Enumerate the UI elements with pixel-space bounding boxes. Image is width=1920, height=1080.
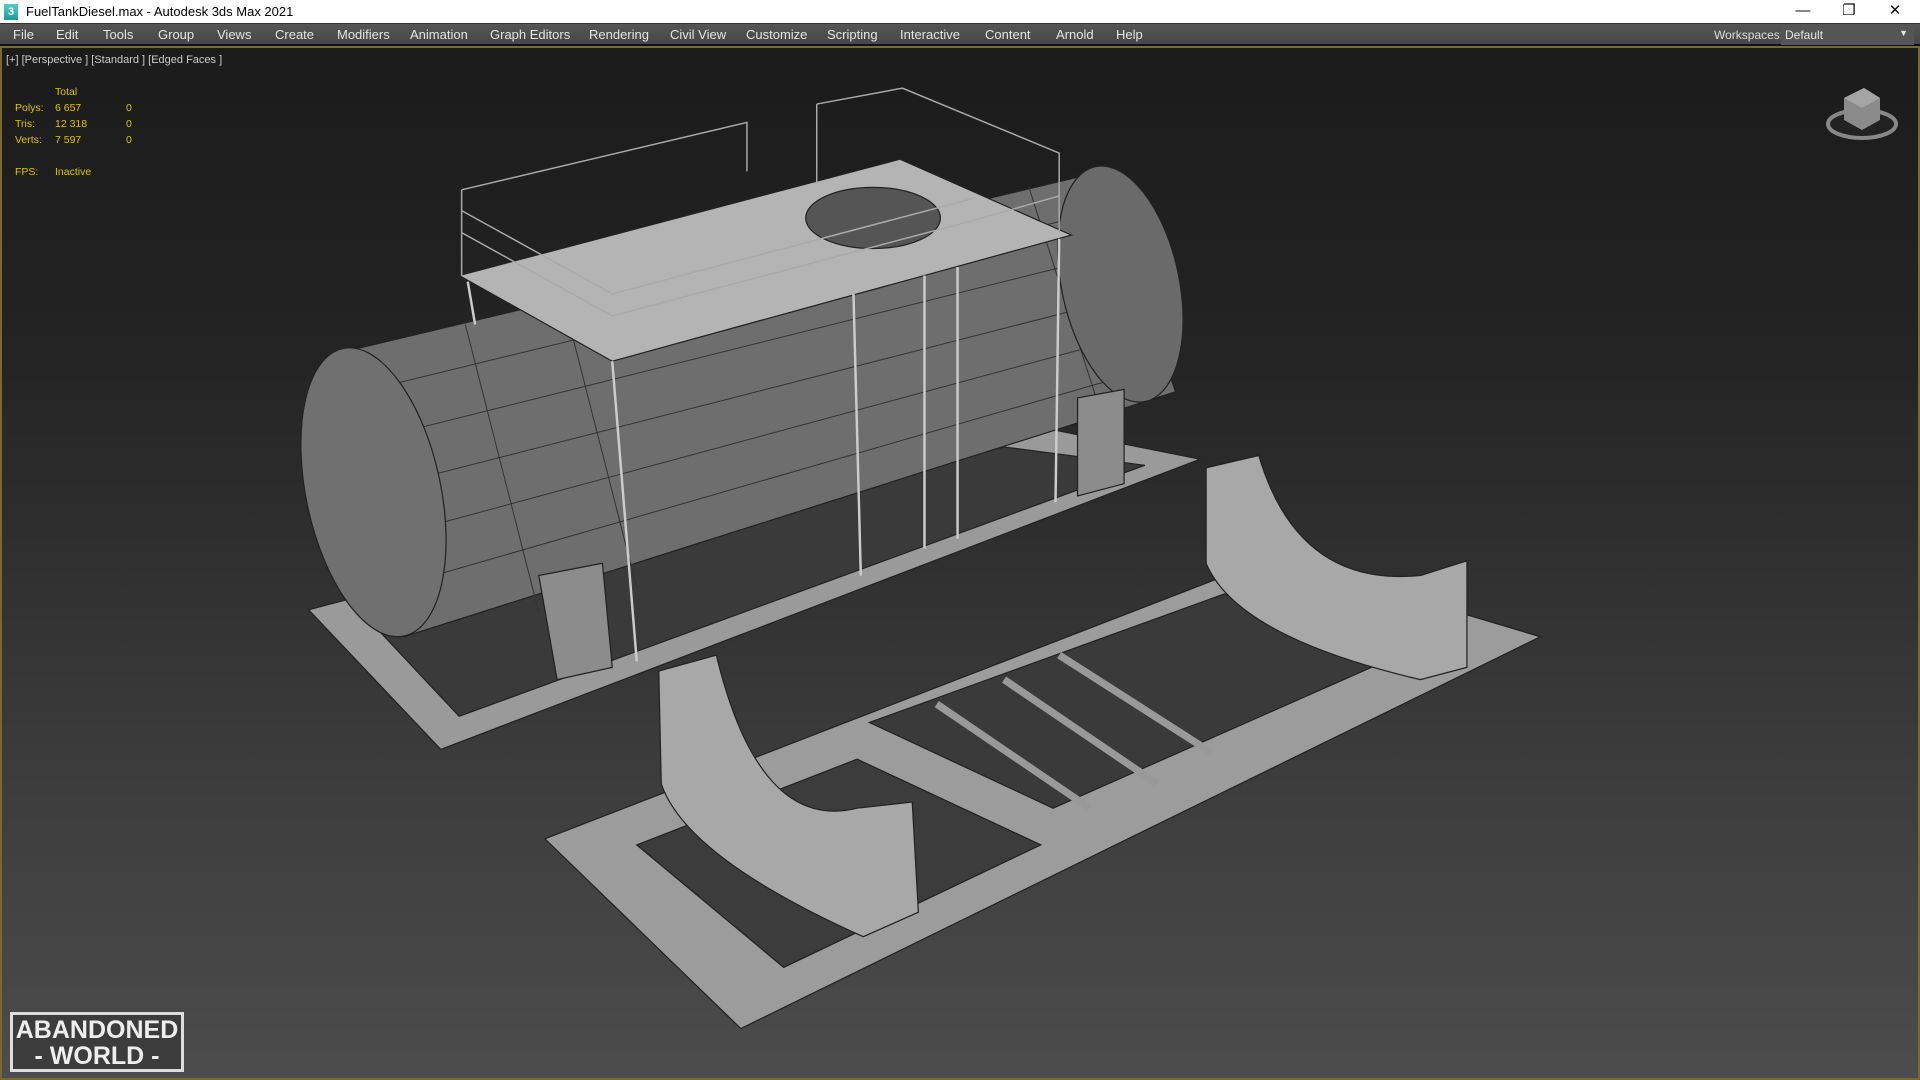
menu-help[interactable]: Help — [1116, 27, 1143, 42]
menu-tools[interactable]: Tools — [103, 27, 133, 42]
menu-rendering[interactable]: Rendering — [589, 27, 649, 42]
menu-modifiers[interactable]: Modifiers — [337, 27, 390, 42]
stat-tris-sel: 0 — [126, 118, 132, 130]
stat-verts-total: 7 597 — [55, 134, 82, 146]
viewport-label[interactable]: [+] [Perspective ] [Standard ] [Edged Fa… — [6, 54, 222, 66]
stat-tris-label: Tris: — [15, 118, 36, 130]
stat-polys-sel: 0 — [126, 102, 132, 114]
stat-polys-label: Polys: — [15, 102, 44, 114]
stats-header: Total — [55, 86, 78, 98]
menu-interactive[interactable]: Interactive — [900, 27, 960, 42]
menu-animation[interactable]: Animation — [410, 27, 468, 42]
menu-civil-view[interactable]: Civil View — [670, 27, 726, 42]
viewcube-icon[interactable] — [1824, 80, 1900, 144]
menu-file[interactable]: File — [13, 27, 34, 42]
menu-create[interactable]: Create — [275, 27, 314, 42]
menu-edit[interactable]: Edit — [56, 27, 78, 42]
title-bar: 3 FuelTankDiesel.max - Autodesk 3ds Max … — [0, 0, 1920, 23]
abandoned-world-logo: ABANDONED - WORLD - — [10, 1012, 184, 1072]
logo-line1: ABANDONED — [15, 1016, 179, 1044]
logo-line2: - WORLD - — [34, 1042, 160, 1070]
chevron-down-icon: ▼ — [1899, 28, 1908, 38]
perspective-viewport[interactable]: [+] [Perspective ] [Standard ] [Edged Fa… — [0, 46, 1920, 1080]
workspaces-label: Workspaces: — [1714, 28, 1784, 42]
fps-value: Inactive — [55, 166, 92, 178]
menu-bar: File Edit Tools Group Views Create Modif… — [0, 23, 1920, 46]
menu-graph-editors[interactable]: Graph Editors — [490, 27, 570, 42]
menu-arnold[interactable]: Arnold — [1056, 27, 1094, 42]
menu-content[interactable]: Content — [985, 27, 1031, 42]
menu-views[interactable]: Views — [217, 27, 251, 42]
scene-model — [300, 87, 1543, 1030]
stat-tris-total: 12 318 — [55, 118, 88, 130]
workspaces-dropdown[interactable]: Default ▼ — [1781, 25, 1914, 45]
stat-verts-sel: 0 — [126, 134, 132, 146]
window-title: FuelTankDiesel.max - Autodesk 3ds Max 20… — [26, 4, 294, 19]
stat-polys-total: 6 657 — [55, 102, 82, 114]
fps-label: FPS: — [15, 166, 39, 178]
menu-customize[interactable]: Customize — [746, 27, 807, 42]
menu-scripting[interactable]: Scripting — [827, 27, 878, 42]
close-button[interactable]: ✕ — [1872, 0, 1918, 23]
hatch — [805, 186, 942, 250]
menu-group[interactable]: Group — [158, 27, 194, 42]
stat-verts-label: Verts: — [15, 134, 42, 146]
app-icon: 3 — [4, 3, 18, 20]
minimize-button[interactable]: — — [1780, 0, 1826, 23]
workspaces-value: Default — [1785, 28, 1824, 42]
restore-button[interactable]: ❐ — [1826, 0, 1872, 23]
